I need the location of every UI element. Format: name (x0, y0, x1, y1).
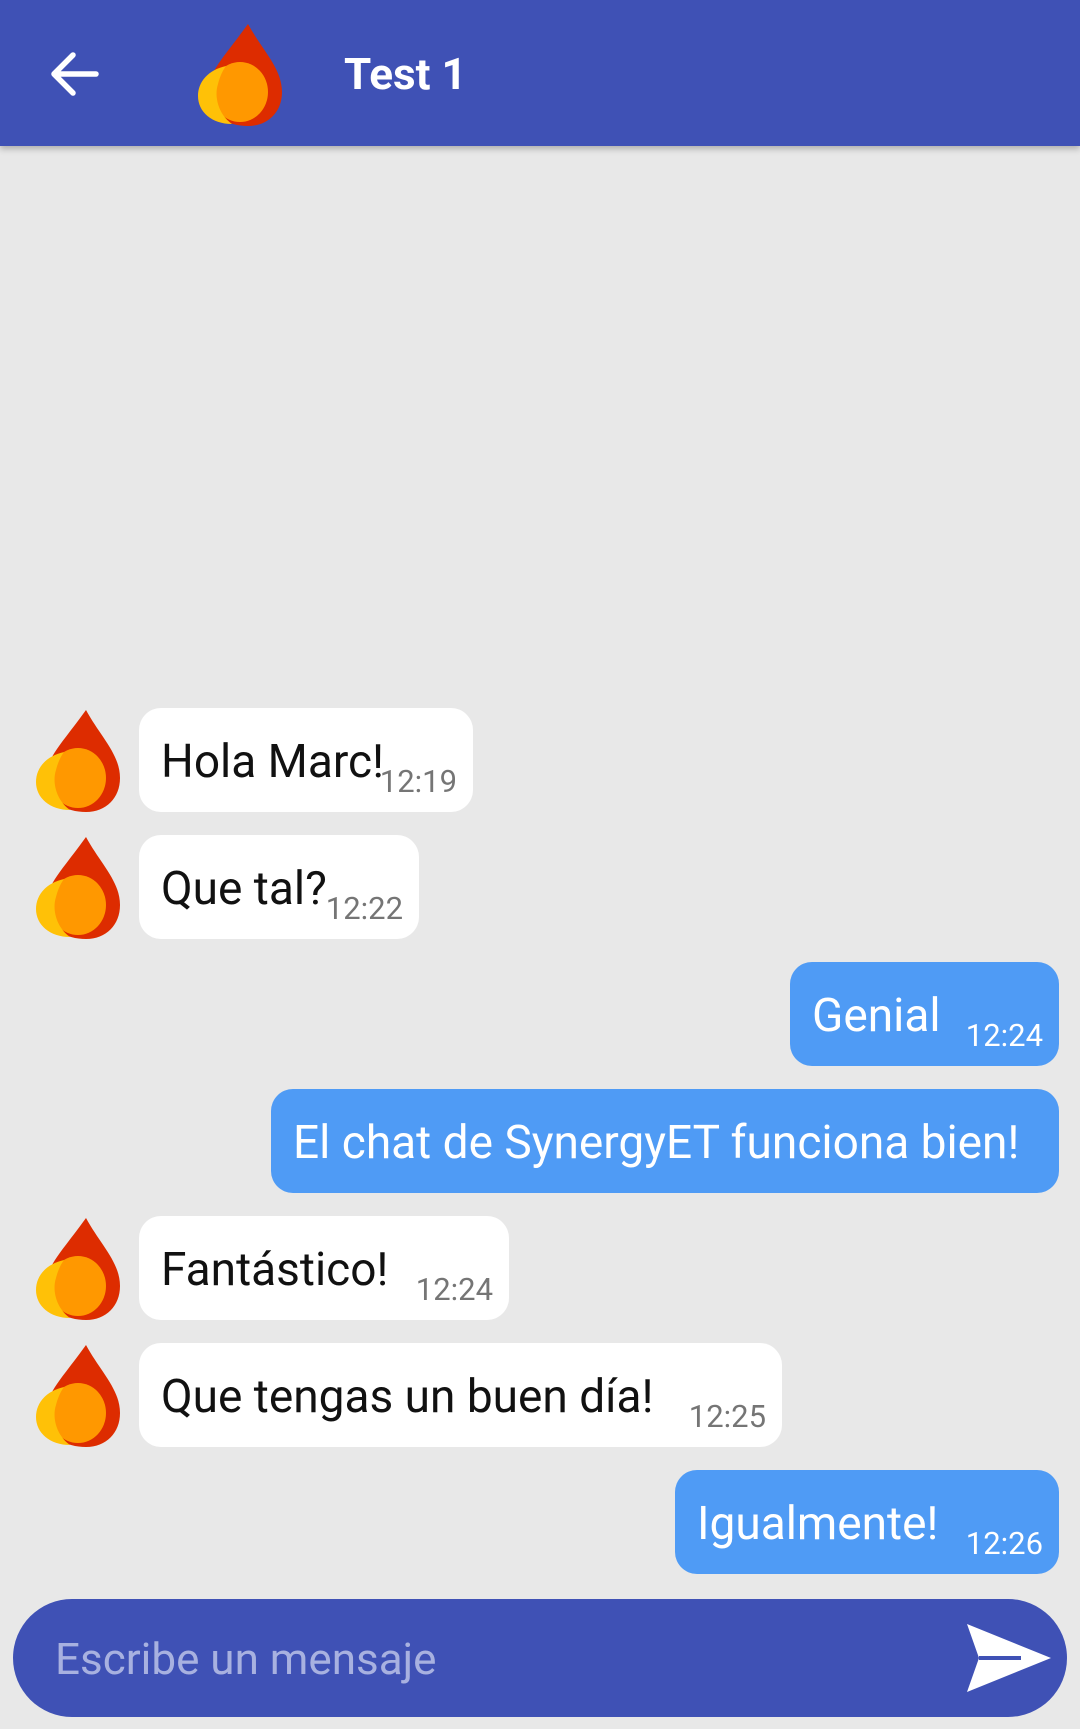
message-bubble[interactable]: Genial 12:24 (790, 962, 1059, 1066)
chat-title: Test 1 (344, 48, 467, 100)
message-text: Genial (812, 989, 941, 1043)
app-bar: Test 1 (0, 0, 1080, 146)
message-outgoing: El chat de SynergyET funciona bien! (271, 1089, 1059, 1193)
message-incoming: Que tengas un buen día! 12:25 (34, 1343, 782, 1447)
message-text: Fantástico! (161, 1243, 389, 1297)
message-bubble[interactable]: Que tal? 12:22 (139, 835, 419, 939)
message-bubble[interactable]: Que tengas un buen día! 12:25 (139, 1343, 782, 1447)
message-time: 12:24 (415, 1271, 493, 1308)
message-time: 12:19 (379, 763, 457, 800)
message-text: Igualmente! (697, 1497, 939, 1551)
message-bubble[interactable]: Hola Marc! 12:19 (139, 708, 473, 812)
flame-avatar-icon (34, 1216, 122, 1320)
message-outgoing: Genial 12:24 (790, 962, 1059, 1066)
send-button[interactable] (965, 1620, 1055, 1696)
message-input[interactable] (53, 1615, 937, 1703)
flame-avatar-icon (34, 708, 122, 812)
message-time: 12:24 (965, 1017, 1043, 1054)
message-incoming: Fantástico! 12:24 (34, 1216, 510, 1320)
back-button[interactable] (46, 46, 102, 102)
message-composer (13, 1599, 1067, 1717)
flame-avatar-icon (34, 1343, 122, 1447)
message-time: 12:26 (965, 1525, 1043, 1562)
arrow-left-icon (51, 52, 99, 96)
message-text: Que tengas un buen día! (161, 1370, 654, 1424)
send-icon (967, 1624, 1051, 1692)
message-bubble[interactable]: Igualmente! 12:26 (675, 1470, 1059, 1574)
message-time: 12:22 (325, 890, 403, 927)
message-time: 12:25 (688, 1398, 766, 1435)
message-incoming: Que tal? 12:22 (34, 835, 454, 939)
message-bubble[interactable]: Fantástico! 12:24 (139, 1216, 509, 1320)
message-text: El chat de SynergyET funciona bien! (293, 1116, 1020, 1170)
message-text: Que tal? (161, 862, 327, 916)
flame-avatar-icon[interactable] (196, 22, 284, 126)
flame-avatar-icon (34, 835, 122, 939)
message-text: Hola Marc! (161, 735, 384, 789)
message-incoming: Hola Marc! 12:19 (34, 708, 510, 812)
message-outgoing: Igualmente! 12:26 (675, 1470, 1059, 1574)
message-bubble[interactable]: El chat de SynergyET funciona bien! (271, 1089, 1059, 1193)
